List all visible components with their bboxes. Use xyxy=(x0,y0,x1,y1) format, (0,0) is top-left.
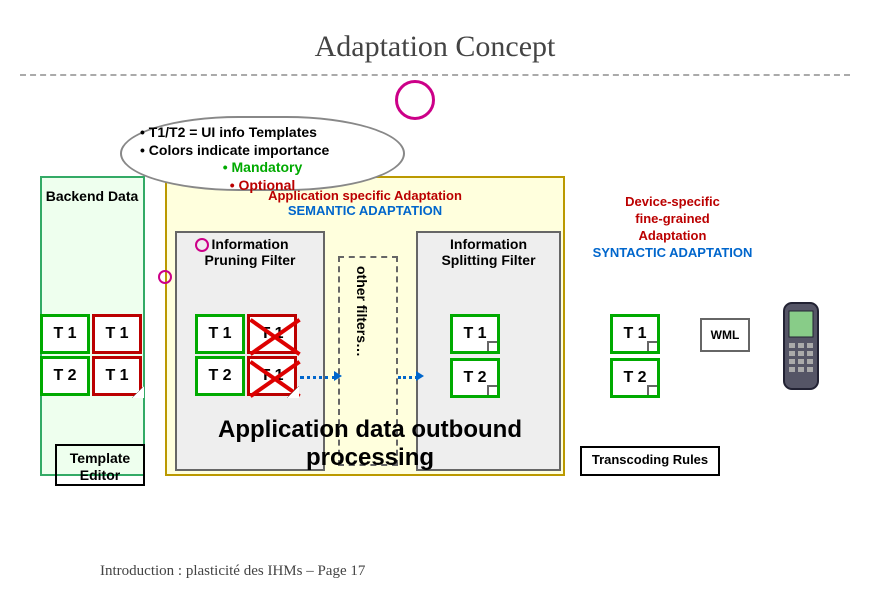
semantic-line2: SEMANTIC ADAPTATION xyxy=(288,203,442,218)
card-t1: T 1 xyxy=(450,314,500,354)
bullet-icon-1 xyxy=(195,238,209,252)
transcoding-rules-box: Transcoding Rules xyxy=(580,446,720,476)
backend-templates-grid: T 1 T 1 T 2 T 1 xyxy=(40,314,142,396)
card-t1-text: T 1 xyxy=(463,325,486,343)
cloud-line2: • Colors indicate importance xyxy=(140,142,385,160)
card-s-t1-text: T 1 xyxy=(623,325,646,343)
other-filters-label: other filters… xyxy=(354,266,370,357)
splitting-cards: T 1 T 2 xyxy=(450,314,500,402)
cell-t1: T 1 xyxy=(40,314,90,354)
cell-t1-red: T 1 xyxy=(92,314,142,354)
wml-box: WML xyxy=(700,318,750,352)
cell-p-t1-crossed: T 1 xyxy=(247,314,297,354)
sun-icon xyxy=(395,80,435,120)
splitting-label: Information Splitting Filter xyxy=(426,236,551,268)
card-s-t1: T 1 xyxy=(610,314,660,354)
arrow-1 xyxy=(300,376,336,379)
card-s-t2-text: T 2 xyxy=(623,369,646,387)
callout-cloud: • T1/T2 = UI info Templates • Colors ind… xyxy=(120,116,405,191)
arrow-head-1 xyxy=(334,371,342,381)
template-editor-box: Template Editor xyxy=(55,444,145,486)
main-flow-label: Application data outbound processing xyxy=(180,416,560,472)
card-t2: T 2 xyxy=(450,358,500,398)
diagram-canvas: Backend Data Application specific Adapta… xyxy=(0,76,870,506)
cell-p-t1: T 1 xyxy=(195,314,245,354)
phone-icon xyxy=(782,301,820,391)
syntactic-cards: T 1 T 2 xyxy=(610,314,660,402)
syntactic-line3: Adaptation xyxy=(580,228,765,245)
pruning-templates-grid: T 1 T 1 T 2 T 1 xyxy=(195,314,297,396)
cell-p-t2: T 2 xyxy=(195,356,245,396)
arrow-2 xyxy=(398,376,418,379)
footer-text: Introduction : plasticité des IHMs – Pag… xyxy=(100,563,365,580)
backend-label: Backend Data xyxy=(42,188,142,204)
syntactic-line1: Device-specific xyxy=(580,194,765,211)
syntactic-line2: fine-grained xyxy=(580,211,765,228)
bullet-icon-2 xyxy=(158,270,172,284)
card-t2-text: T 2 xyxy=(463,369,486,387)
cloud-mandatory: • Mandatory xyxy=(140,159,385,177)
cell-t2: T 2 xyxy=(40,356,90,396)
arrow-head-2 xyxy=(416,371,424,381)
page-title: Adaptation Concept xyxy=(0,0,870,74)
page-corner-icon-2 xyxy=(287,386,299,398)
cloud-optional: • Optional xyxy=(140,177,385,195)
syntactic-line4: SYNTACTIC ADAPTATION xyxy=(580,245,765,262)
card-s-t2: T 2 xyxy=(610,358,660,398)
cloud-line1: • T1/T2 = UI info Templates xyxy=(140,124,385,142)
page-corner-icon xyxy=(132,386,144,398)
